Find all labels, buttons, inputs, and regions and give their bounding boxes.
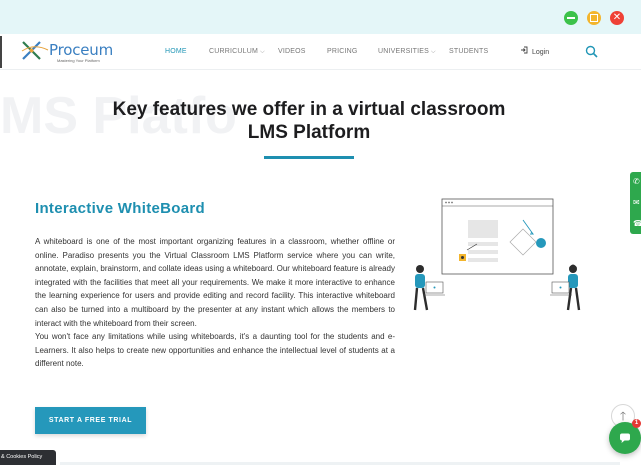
close-icon[interactable]: ✕ (610, 11, 624, 25)
nav-students[interactable]: STUDENTS (449, 48, 488, 55)
chevron-down-icon: ⌵ (431, 49, 436, 55)
nav-videos-label: VIDEOS (278, 48, 306, 55)
logo-name: Proceum (49, 41, 113, 59)
maximize-icon[interactable] (587, 11, 601, 25)
nav-curriculum-label: CURRICULUM (209, 48, 259, 55)
minimize-icon[interactable] (564, 11, 578, 25)
contact-side-strip: ✆ ✉ ☎ (630, 172, 641, 234)
title-underline (264, 156, 354, 159)
navbar-edge (0, 36, 2, 68)
section-title-line1: Key features we offer in a virtual class… (112, 99, 506, 120)
feature-description: A whiteboard is one of the most importan… (35, 235, 395, 371)
proceum-logo-icon (21, 41, 49, 60)
feature-heading: Interactive WhiteBoard (35, 200, 205, 217)
site-logo[interactable]: Proceum Mastering Your Platform (20, 39, 120, 65)
mail-icon[interactable]: ✉ (633, 199, 641, 207)
search-icon[interactable] (585, 45, 598, 58)
cookie-policy-link[interactable]: & Cookies Policy (0, 450, 56, 465)
login-icon (521, 46, 528, 54)
site-navbar: Proceum Mastering Your Platform HOME CUR… (0, 34, 641, 70)
section-title-line2: LMS Platform (247, 122, 371, 143)
chevron-down-icon: ⌵ (260, 49, 265, 55)
feature-paragraph: You won't face any limitations while usi… (35, 332, 395, 369)
nav-universities[interactable]: UNIVERSITIES ⌵ (378, 48, 436, 56)
nav-pricing[interactable]: PRICING (327, 48, 358, 55)
nav-students-label: STUDENTS (449, 48, 489, 55)
chat-icon (620, 433, 630, 443)
whiteboard-collaboration-illustration (413, 198, 581, 311)
logo-tagline: Mastering Your Platform (57, 58, 100, 63)
window-titlebar: ✕ (0, 0, 641, 34)
arrow-up-icon: 🡑 (619, 409, 627, 423)
phone-icon[interactable]: ☎ (633, 220, 641, 228)
nav-curriculum[interactable]: CURRICULUM ⌵ (209, 48, 265, 56)
nav-home-label: HOME (165, 48, 187, 55)
feature-paragraph: A whiteboard is one of the most importan… (35, 237, 395, 328)
nav-home[interactable]: HOME (165, 48, 187, 55)
close-glyph: ✕ (612, 12, 622, 23)
nav-pricing-label: PRICING (327, 48, 358, 55)
login-label: Login (532, 49, 550, 56)
start-free-trial-button[interactable]: START A FREE TRIAL (35, 407, 146, 434)
nav-videos[interactable]: VIDEOS (278, 48, 306, 55)
nav-universities-label: UNIVERSITIES (378, 48, 430, 55)
login-link[interactable]: Login (520, 46, 549, 56)
whatsapp-icon[interactable]: ✆ (633, 178, 641, 186)
section-title: Key features we offer in a virtual class… (0, 98, 618, 144)
chat-notification-badge: 1 (632, 419, 641, 428)
